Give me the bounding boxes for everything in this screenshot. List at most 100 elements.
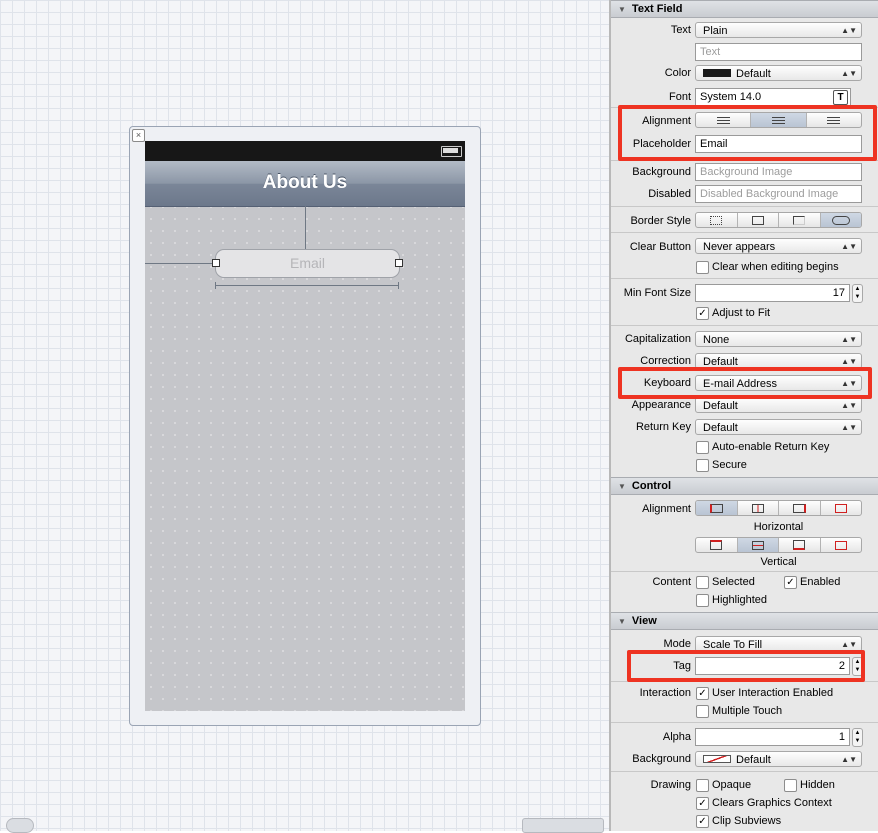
section-text-field[interactable]: ▼ Text Field (611, 0, 878, 18)
h-align-left-icon (709, 503, 723, 513)
horizontal-label: Horizontal (753, 521, 804, 533)
v-align-bottom-segment[interactable] (779, 538, 821, 552)
h-align-right-segment[interactable] (779, 501, 821, 515)
user-interaction-label[interactable]: User Interaction Enabled (712, 687, 833, 699)
width-constraint-guide (215, 282, 399, 289)
highlighted-checkbox[interactable] (696, 594, 709, 607)
battery-icon (441, 146, 462, 157)
background-label: Background (632, 166, 691, 178)
adjust-fit-label[interactable]: Adjust to Fit (712, 307, 770, 319)
user-interaction-checkbox[interactable]: ✓ (696, 687, 709, 700)
alpha-stepper[interactable]: ▲ ▼ (852, 728, 863, 747)
disclosure-triangle-icon[interactable]: ▼ (618, 2, 626, 18)
section-control[interactable]: ▼ Control (611, 477, 878, 495)
hidden-label[interactable]: Hidden (800, 779, 835, 791)
divider (611, 771, 878, 772)
min-font-stepper[interactable]: ▲ ▼ (852, 284, 863, 303)
enabled-checkbox[interactable]: ✓ (784, 576, 797, 589)
border-line-segment[interactable] (738, 213, 779, 227)
resize-handle-right[interactable] (395, 259, 403, 267)
clears-context-checkbox[interactable]: ✓ (696, 797, 709, 810)
h-align-fill-segment[interactable] (821, 501, 862, 515)
v-align-center-segment[interactable] (737, 538, 779, 552)
popup-arrow-icon: ▲▼ (841, 69, 857, 78)
border-bezel-icon (793, 215, 806, 225)
close-scene-icon[interactable]: × (132, 129, 145, 142)
view-background-label: Background (632, 753, 691, 765)
highlight-keyboard (618, 367, 872, 399)
return-key-popup[interactable]: Default ▲▼ (695, 419, 862, 435)
opaque-label[interactable]: Opaque (712, 779, 751, 791)
clear-button-popup[interactable]: Never appears ▲▼ (695, 238, 862, 254)
min-font-field[interactable]: 17 (695, 284, 850, 302)
appearance-popup[interactable]: Default ▲▼ (695, 397, 862, 413)
disabled-label: Disabled (648, 188, 691, 200)
appearance-label: Appearance (631, 399, 691, 411)
disabled-image-field[interactable]: Disabled Background Image (695, 185, 862, 203)
section-title: View (631, 615, 657, 627)
disclosure-triangle-icon[interactable]: ▼ (618, 479, 626, 495)
h-align-center-segment[interactable] (738, 501, 779, 515)
popup-value: Default (736, 754, 771, 766)
clear-editing-label[interactable]: Clear when editing begins (712, 261, 839, 273)
vertical-label: Vertical (760, 556, 797, 568)
enabled-label[interactable]: Enabled (800, 576, 840, 588)
clip-subviews-checkbox[interactable]: ✓ (696, 815, 709, 828)
border-style-label: Border Style (630, 215, 691, 227)
v-align-bottom-icon (793, 540, 806, 550)
capitalization-label: Capitalization (624, 333, 691, 345)
section-view[interactable]: ▼ View (611, 612, 878, 630)
text-input[interactable]: Text (695, 43, 862, 61)
clip-subviews-label[interactable]: Clip Subviews (712, 815, 781, 827)
text-label: Text (670, 24, 691, 36)
capitalization-popup[interactable]: None ▲▼ (695, 331, 862, 347)
color-popup[interactable]: Default ▲▼ (695, 65, 862, 81)
disclosure-triangle-icon[interactable]: ▼ (618, 614, 626, 630)
adjust-fit-checkbox[interactable]: ✓ (696, 307, 709, 320)
v-align-top-segment[interactable] (696, 538, 738, 552)
secure-checkbox[interactable] (696, 459, 709, 472)
vertical-alignment-control[interactable] (695, 537, 862, 553)
multiple-touch-checkbox[interactable] (696, 705, 709, 718)
auto-enable-label[interactable]: Auto-enable Return Key (712, 441, 829, 453)
section-title: Control (631, 480, 672, 492)
font-label: Font (668, 91, 691, 103)
popup-arrow-icon: ▲▼ (841, 755, 857, 764)
v-align-top-icon (710, 540, 723, 550)
border-style-control[interactable] (695, 212, 862, 228)
border-none-icon (710, 215, 723, 225)
font-field[interactable]: System 14.0 (695, 88, 851, 106)
divider (611, 278, 878, 279)
email-text-field[interactable]: Email (215, 249, 400, 278)
highlight-alignment-placeholder (618, 105, 877, 161)
background-image-field[interactable]: Background Image (695, 163, 862, 181)
selected-checkbox[interactable] (696, 576, 709, 589)
text-type-popup[interactable]: Plain ▲▼ (695, 22, 862, 38)
v-align-fill-segment[interactable] (821, 538, 862, 552)
status-bar (145, 141, 465, 161)
border-rounded-segment[interactable] (820, 213, 861, 227)
clear-editing-checkbox[interactable] (696, 261, 709, 274)
multiple-touch-label[interactable]: Multiple Touch (712, 705, 782, 717)
secure-label[interactable]: Secure (712, 459, 747, 471)
selected-label[interactable]: Selected (712, 576, 755, 588)
highlighted-label[interactable]: Highlighted (712, 594, 767, 606)
section-title: Text Field (631, 3, 683, 15)
v-align-center-icon (751, 540, 764, 550)
resize-handle-left[interactable] (212, 259, 220, 267)
horizontal-alignment-control[interactable] (695, 500, 862, 516)
nav-title[interactable]: About Us (145, 172, 465, 194)
border-bezel-segment[interactable] (779, 213, 821, 227)
border-none-segment[interactable] (696, 213, 738, 227)
border-line-icon (751, 215, 764, 225)
h-align-left-segment[interactable] (696, 501, 738, 515)
opaque-checkbox[interactable] (696, 779, 709, 792)
popup-value: Never appears (703, 241, 776, 253)
auto-enable-checkbox[interactable] (696, 441, 709, 454)
hidden-checkbox[interactable] (784, 779, 797, 792)
popup-value: Plain (703, 25, 728, 37)
view-background-popup[interactable]: Default ▲▼ (695, 751, 862, 767)
clears-context-label[interactable]: Clears Graphics Context (712, 797, 832, 809)
alpha-field[interactable]: 1 (695, 728, 850, 746)
font-picker-icon[interactable]: T (833, 90, 848, 105)
